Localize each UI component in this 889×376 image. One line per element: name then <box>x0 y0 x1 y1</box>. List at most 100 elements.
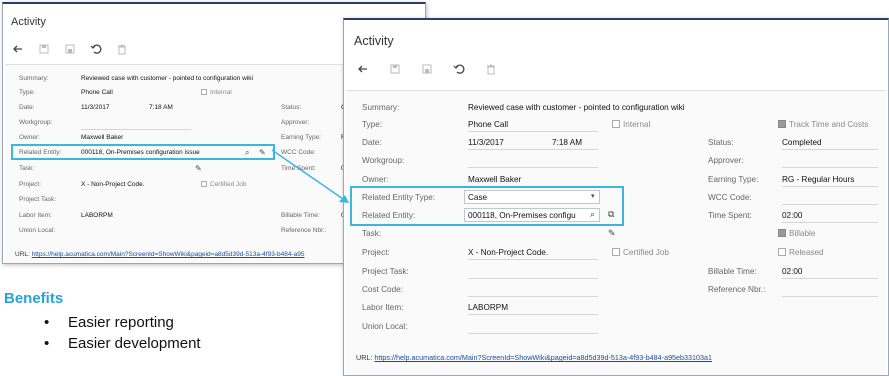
save-icon[interactable] <box>388 62 402 76</box>
undo-icon[interactable] <box>452 62 466 76</box>
earning-type-value[interactable]: RG - Regular Hours <box>782 175 854 184</box>
date-underline <box>468 149 598 150</box>
owner-label: Owner: <box>19 134 40 141</box>
labor-item-label: Labor Item: <box>362 303 404 312</box>
project-value[interactable]: X - Non-Project Code. <box>468 248 548 257</box>
internal-box[interactable] <box>201 89 207 95</box>
summary-value[interactable]: Reviewed case with customer - pointed to… <box>81 75 253 82</box>
task-edit-icon[interactable]: ✎ <box>195 164 202 173</box>
reference-nbr-field[interactable] <box>782 296 878 297</box>
date-label: Date: <box>362 138 382 147</box>
workgroup-label: Workgroup: <box>19 119 53 126</box>
summary-label: Summary: <box>362 103 400 112</box>
benefits-heading: Benefits <box>4 290 64 307</box>
time-spent-label: Time Spent: <box>708 211 752 220</box>
project-label: Project: <box>362 248 390 257</box>
project-task-label: Project Task: <box>19 196 57 203</box>
window-title: Activity <box>354 34 394 48</box>
union-local-field[interactable] <box>468 333 598 334</box>
date-label: Date: <box>19 104 35 111</box>
status-label: Status: <box>281 104 302 111</box>
status-label: Status: <box>708 138 734 147</box>
url-row: URL: https://help.acumatica.com/Main?Scr… <box>356 353 712 362</box>
back-arrow-icon[interactable] <box>11 42 25 56</box>
owner-value[interactable]: Maxwell Baker <box>468 175 521 184</box>
project-label: Project: <box>19 181 42 188</box>
workgroup-field[interactable] <box>81 129 191 130</box>
url-row: URL: https://help.acumatica.com/Main?Scr… <box>15 251 304 258</box>
cost-code-label: Cost Code: <box>362 285 403 294</box>
time-spent-value[interactable]: 02:00 <box>782 211 803 220</box>
certified-job-checkbox[interactable]: Certified Job <box>201 181 247 188</box>
wcc-code-label: WCC Code: <box>708 193 752 202</box>
project-underline <box>468 259 598 260</box>
billable-checkbox[interactable]: Billable <box>778 229 815 238</box>
project-task-label: Project Task: <box>362 267 409 276</box>
cost-code-field[interactable] <box>468 296 598 297</box>
internal-label: Internal <box>210 89 232 96</box>
billable-time-label: Billable Time: <box>708 267 757 276</box>
track-time-checkbox[interactable]: Track Time and Costs <box>778 120 868 129</box>
released-box[interactable] <box>778 248 786 256</box>
internal-checkbox[interactable]: Internal <box>201 89 232 96</box>
time-spent-label: Time Spent: <box>281 165 316 172</box>
labor-item-underline <box>468 314 598 315</box>
wcc-code-field[interactable] <box>782 204 878 205</box>
certified-box[interactable] <box>201 181 207 187</box>
reference-nbr-label: Reference Nbr.: <box>708 285 766 294</box>
url-link[interactable]: https://help.acumatica.com/Main?ScreenId… <box>374 353 712 362</box>
released-checkbox[interactable]: Released <box>778 248 824 257</box>
approver-field[interactable] <box>782 167 878 168</box>
project-value[interactable]: X - Non-Project Code. <box>81 181 145 188</box>
url-label: URL: <box>356 353 373 362</box>
internal-label: Internal <box>623 120 651 129</box>
type-underline <box>468 131 598 132</box>
type-label: Type: <box>362 120 383 129</box>
activity-form: Summary: Reviewed case with customer - p… <box>346 90 886 375</box>
labor-item-value[interactable]: LABORPM <box>81 212 113 219</box>
summary-label: Summary: <box>19 75 49 82</box>
owner-value[interactable]: Maxwell Baker <box>81 134 123 141</box>
type-label: Type: <box>19 89 35 96</box>
earning-type-label: Earning Type: <box>281 134 321 141</box>
time-value[interactable]: 7:18 AM <box>149 104 173 111</box>
summary-value[interactable]: Reviewed case with customer - pointed to… <box>468 103 685 112</box>
save-close-icon[interactable] <box>63 42 77 56</box>
date-value[interactable]: 11/3/2017 <box>81 104 109 111</box>
billable-label: Billable <box>789 229 816 238</box>
date-value[interactable]: 11/3/2017 <box>468 138 504 147</box>
union-local-label: Union Local: <box>362 322 408 331</box>
internal-checkbox[interactable]: Internal <box>612 120 650 129</box>
labor-item-value[interactable]: LABORPM <box>468 303 508 312</box>
list-item: Easier reporting <box>44 312 201 333</box>
track-time-box[interactable] <box>778 120 786 128</box>
undo-icon[interactable] <box>89 42 103 56</box>
approver-label: Approver: <box>708 156 744 165</box>
time-spent-underline <box>782 222 878 223</box>
billable-time-value[interactable]: 02:00 <box>782 267 803 276</box>
reference-nbr-label: Reference Nbr.: <box>281 227 327 234</box>
type-value[interactable]: Phone Call <box>468 120 508 129</box>
wcc-code-label: WCC Code: <box>281 149 316 156</box>
delete-icon[interactable] <box>115 42 129 56</box>
approver-label: Approver: <box>281 119 310 126</box>
task-edit-icon[interactable]: ✎ <box>608 228 616 239</box>
certified-label: Certified Job <box>210 181 247 188</box>
status-value[interactable]: Completed <box>782 138 822 147</box>
billable-box[interactable] <box>778 229 786 237</box>
project-task-field[interactable] <box>468 278 598 279</box>
type-value[interactable]: Phone Call <box>81 89 113 96</box>
delete-icon[interactable] <box>484 62 498 76</box>
earning-type-label: Earning Type: <box>708 175 759 184</box>
save-icon[interactable] <box>37 42 51 56</box>
toolbar <box>11 42 129 56</box>
certified-job-checkbox[interactable]: Certified Job <box>612 248 669 257</box>
certified-box[interactable] <box>612 248 620 256</box>
workgroup-field[interactable] <box>468 167 598 168</box>
time-value[interactable]: 7:18 AM <box>552 138 582 147</box>
url-link[interactable]: https://help.acumatica.com/Main?ScreenId… <box>32 251 305 258</box>
url-label: URL: <box>15 251 30 258</box>
back-arrow-icon[interactable] <box>356 62 370 76</box>
save-close-icon[interactable] <box>420 62 434 76</box>
internal-box[interactable] <box>612 120 620 128</box>
